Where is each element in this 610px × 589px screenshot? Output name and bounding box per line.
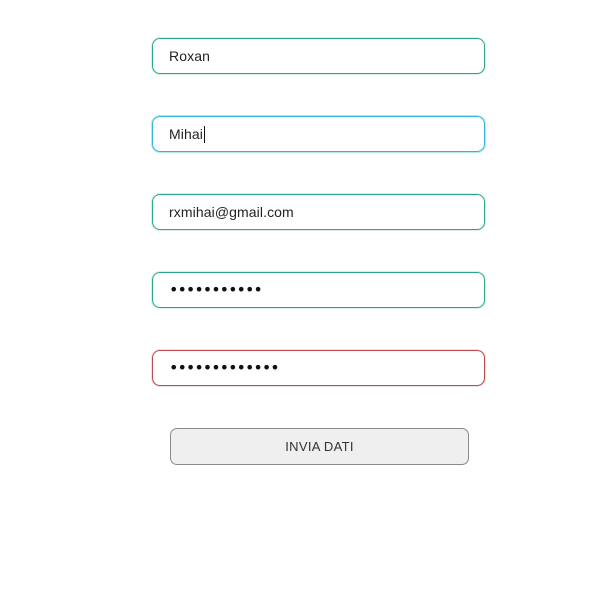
password-input[interactable]: ••••••••••• xyxy=(152,272,485,308)
email-input[interactable]: rxmihai@gmail.com xyxy=(152,194,485,230)
confirm-password-input[interactable]: ••••••••••••• xyxy=(152,350,485,386)
submit-button[interactable]: INVIA DATI xyxy=(170,428,469,465)
password-value: ••••••••••• xyxy=(169,279,263,299)
first-name-value: Roxan xyxy=(169,48,210,64)
first-name-input[interactable]: Roxan xyxy=(152,38,485,74)
email-value: rxmihai@gmail.com xyxy=(169,204,294,220)
last-name-input[interactable]: Mihai xyxy=(152,116,485,152)
text-caret xyxy=(203,125,205,143)
registration-form: Roxan Mihai rxmihai@gmail.com ••••••••••… xyxy=(0,0,610,589)
confirm-password-value: ••••••••••••• xyxy=(169,357,280,377)
last-name-value: Mihai xyxy=(169,126,203,142)
